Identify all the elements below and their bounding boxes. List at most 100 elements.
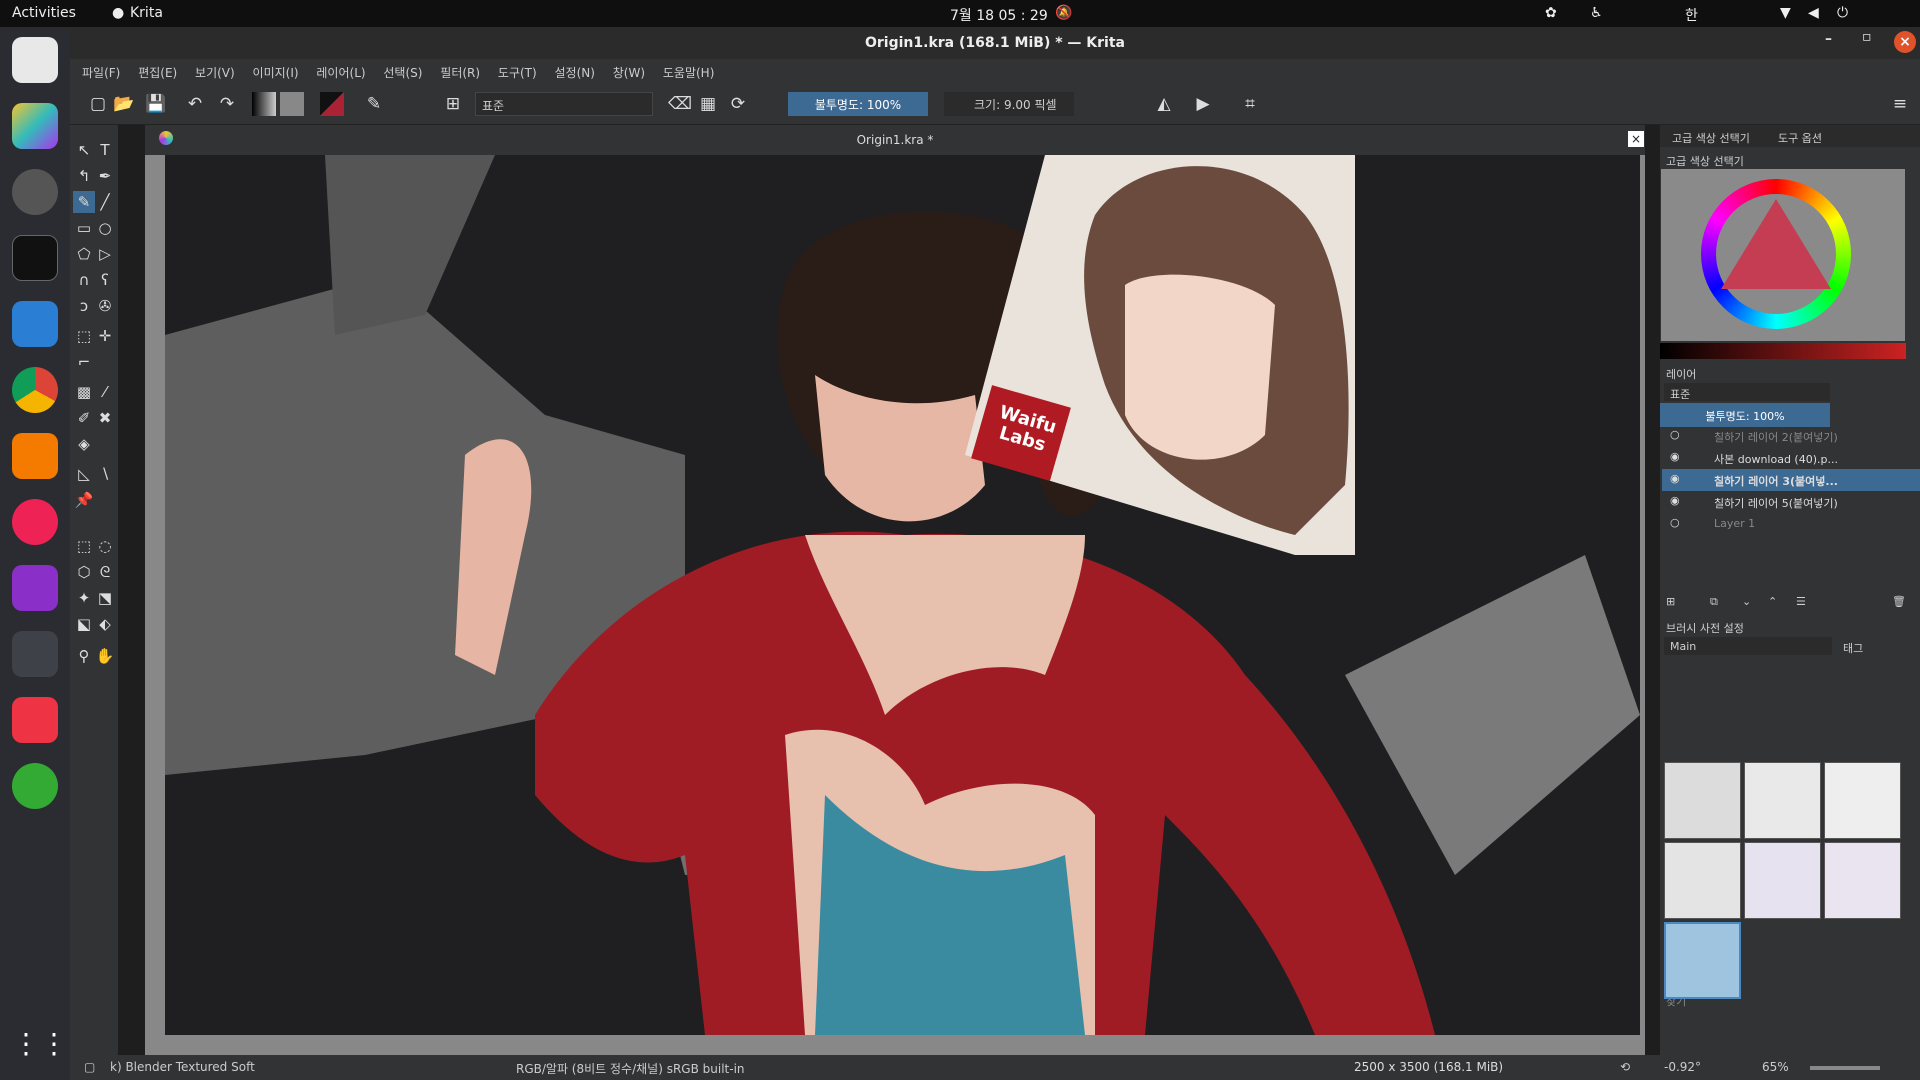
undo-icon[interactable]: ↶ bbox=[183, 92, 207, 116]
layer-row[interactable]: ◉ 사본 download (40).p... bbox=[1662, 447, 1920, 469]
opacity-slider[interactable]: 불투명도: 100% bbox=[788, 92, 928, 116]
brush-preset-icon[interactable]: ✎ bbox=[362, 92, 386, 116]
maximize-icon[interactable]: ▫ bbox=[1862, 29, 1872, 45]
visibility-icon[interactable]: ◉ bbox=[1670, 450, 1680, 463]
select-shapes-tool-icon[interactable]: ↖ bbox=[73, 139, 95, 161]
accessibility-icon[interactable]: ♿ bbox=[1590, 5, 1603, 21]
layer-opacity-slider[interactable]: 불투명도: 100% bbox=[1660, 403, 1830, 427]
reference-tool-icon[interactable]: 📌 bbox=[73, 489, 95, 511]
brush-preset-ink[interactable] bbox=[1664, 842, 1741, 919]
panel-menu-icon[interactable]: ≡ bbox=[1888, 92, 1912, 116]
firefox-icon[interactable] bbox=[12, 499, 58, 545]
layer-row[interactable]: ◉ 칠하기 레이어 5(붙여넣기) bbox=[1662, 491, 1920, 513]
tab-advanced-color-selector[interactable]: 고급 색상 선택기 bbox=[1672, 130, 1750, 146]
menu-tools[interactable]: 도구(T) bbox=[491, 59, 544, 81]
polygon-tool-icon[interactable]: ⬠ bbox=[73, 243, 95, 265]
tag-select[interactable]: 태그 bbox=[1840, 637, 1900, 655]
edit-shapes-tool-icon[interactable]: ↰ bbox=[73, 165, 95, 187]
blend-mode-select[interactable]: 표준 bbox=[475, 92, 653, 116]
dock-app-icon[interactable] bbox=[12, 103, 58, 149]
visibility-icon[interactable]: ◉ bbox=[1670, 494, 1680, 507]
pattern-icon[interactable] bbox=[280, 92, 304, 116]
wifi-icon[interactable]: ▼ bbox=[1780, 5, 1791, 21]
brush-preset-blender[interactable] bbox=[1824, 842, 1901, 919]
download-icon[interactable] bbox=[12, 697, 58, 743]
line-tool-icon[interactable]: ╱ bbox=[94, 191, 116, 213]
ulauncher-icon[interactable] bbox=[12, 565, 58, 611]
menu-select[interactable]: 선택(S) bbox=[376, 59, 429, 81]
colorize-mask-tool-icon[interactable]: ✐ bbox=[73, 407, 95, 429]
dock-app-icon[interactable] bbox=[12, 37, 58, 83]
alpha-lock-icon[interactable]: ▦ bbox=[696, 92, 720, 116]
size-slider[interactable]: 크기: 9.00 픽셀 bbox=[944, 92, 1074, 116]
wrap-icon[interactable]: ⌗ bbox=[1238, 92, 1262, 116]
contiguous-select-tool-icon[interactable]: ✦ bbox=[73, 587, 95, 609]
freehand-select-tool-icon[interactable]: ᘓ bbox=[94, 561, 116, 583]
rotate-icon[interactable]: ⟲ bbox=[1620, 1060, 1630, 1074]
close-document-icon[interactable]: × bbox=[1628, 131, 1644, 147]
fill-tool-icon[interactable]: ◈ bbox=[73, 433, 95, 455]
ellipse-select-tool-icon[interactable]: ◌ bbox=[94, 535, 116, 557]
layer-row[interactable]: ○ Layer 1 bbox=[1662, 513, 1920, 535]
menu-layer[interactable]: 레이어(L) bbox=[309, 59, 372, 81]
menu-window[interactable]: 창(W) bbox=[606, 59, 652, 81]
pan-tool-icon[interactable]: ✋ bbox=[94, 645, 116, 667]
redo-icon[interactable]: ↷ bbox=[215, 92, 239, 116]
menu-view[interactable]: 보기(V) bbox=[188, 59, 242, 81]
ime-indicator[interactable]: 한 bbox=[1685, 5, 1698, 25]
layer-row-selected[interactable]: ◉ 칠하기 레이어 3(붙여넣... bbox=[1662, 469, 1920, 491]
eraser-icon[interactable]: ⌫ bbox=[668, 92, 692, 116]
smart-patch-tool-icon[interactable]: ✖ bbox=[94, 407, 116, 429]
color-wheel[interactable] bbox=[1661, 169, 1905, 341]
open-icon[interactable]: 📂 bbox=[112, 92, 136, 116]
app-menu[interactable]: Krita bbox=[130, 5, 163, 21]
crop-tool-icon[interactable]: ⌐ bbox=[73, 351, 95, 373]
calligraphy-tool-icon[interactable]: ✒ bbox=[94, 165, 116, 187]
sync-icon[interactable] bbox=[12, 763, 58, 809]
duplicate-layer-icon[interactable]: ⧉ bbox=[1710, 595, 1718, 609]
add-layer-icon[interactable]: ⊞ bbox=[1666, 595, 1675, 608]
gradient-tool-icon[interactable]: ▩ bbox=[73, 381, 95, 403]
layer-properties-icon[interactable]: ☰ bbox=[1796, 595, 1806, 608]
bezier-select-tool-icon[interactable]: ⬕ bbox=[73, 613, 95, 635]
brush-preset-eraser[interactable] bbox=[1664, 762, 1741, 839]
freehand-brush-tool-icon[interactable]: ✎ bbox=[73, 191, 95, 213]
brush-preset-watercolor[interactable] bbox=[1744, 842, 1821, 919]
tab-tool-options[interactable]: 도구 옵션 bbox=[1778, 130, 1822, 146]
zoom-tool-icon[interactable]: ⚲ bbox=[73, 645, 95, 667]
close-icon[interactable]: × bbox=[1894, 31, 1916, 53]
minimize-icon[interactable]: – bbox=[1825, 31, 1832, 47]
magnetic-select-tool-icon[interactable]: ⬖ bbox=[94, 613, 116, 635]
bezier-tool-icon[interactable]: ∩ bbox=[73, 269, 95, 291]
color-icon[interactable]: ✿ bbox=[1545, 5, 1557, 21]
brush-set-select[interactable]: Main bbox=[1664, 637, 1832, 655]
new-document-icon[interactable]: ▢ bbox=[86, 92, 110, 116]
clock[interactable]: 7월 18 05 : 29 bbox=[950, 5, 1048, 25]
rect-select-tool-icon[interactable]: ⬚ bbox=[73, 535, 95, 557]
visibility-icon[interactable]: ○ bbox=[1670, 516, 1680, 529]
media-player-icon[interactable] bbox=[12, 433, 58, 479]
visibility-icon[interactable]: ◉ bbox=[1670, 472, 1680, 485]
chrome-icon[interactable] bbox=[12, 367, 58, 413]
text-tool-icon[interactable]: T bbox=[94, 139, 116, 161]
rectangle-tool-icon[interactable]: ▭ bbox=[73, 217, 95, 239]
menu-help[interactable]: 도움말(H) bbox=[656, 59, 722, 81]
files-icon[interactable] bbox=[12, 301, 58, 347]
show-apps-icon[interactable]: ⋮⋮ bbox=[12, 1027, 68, 1073]
workspace-icon[interactable]: ⊞ bbox=[441, 92, 465, 116]
visibility-icon[interactable]: ○ bbox=[1670, 428, 1680, 441]
reload-icon[interactable]: ⟳ bbox=[726, 92, 750, 116]
save-icon[interactable]: 💾 bbox=[144, 92, 168, 116]
brush-preset-pencil[interactable] bbox=[1824, 762, 1901, 839]
brush-preset-airbrush[interactable] bbox=[1744, 762, 1821, 839]
menu-filter[interactable]: 필터(R) bbox=[433, 59, 487, 81]
ellipse-tool-icon[interactable]: ○ bbox=[94, 217, 116, 239]
drawing-canvas[interactable]: Waifu Labs bbox=[165, 155, 1640, 1035]
menu-edit[interactable]: 편집(E) bbox=[131, 59, 184, 81]
color-picker-tool-icon[interactable]: ⁄ bbox=[94, 381, 116, 403]
gradient-icon[interactable] bbox=[252, 92, 276, 116]
polyline-tool-icon[interactable]: ▷ bbox=[94, 243, 116, 265]
hue-slider[interactable] bbox=[1660, 343, 1906, 359]
assistant-tool-icon[interactable]: ◺ bbox=[73, 463, 95, 485]
brush-preset-selected[interactable] bbox=[1664, 922, 1741, 999]
